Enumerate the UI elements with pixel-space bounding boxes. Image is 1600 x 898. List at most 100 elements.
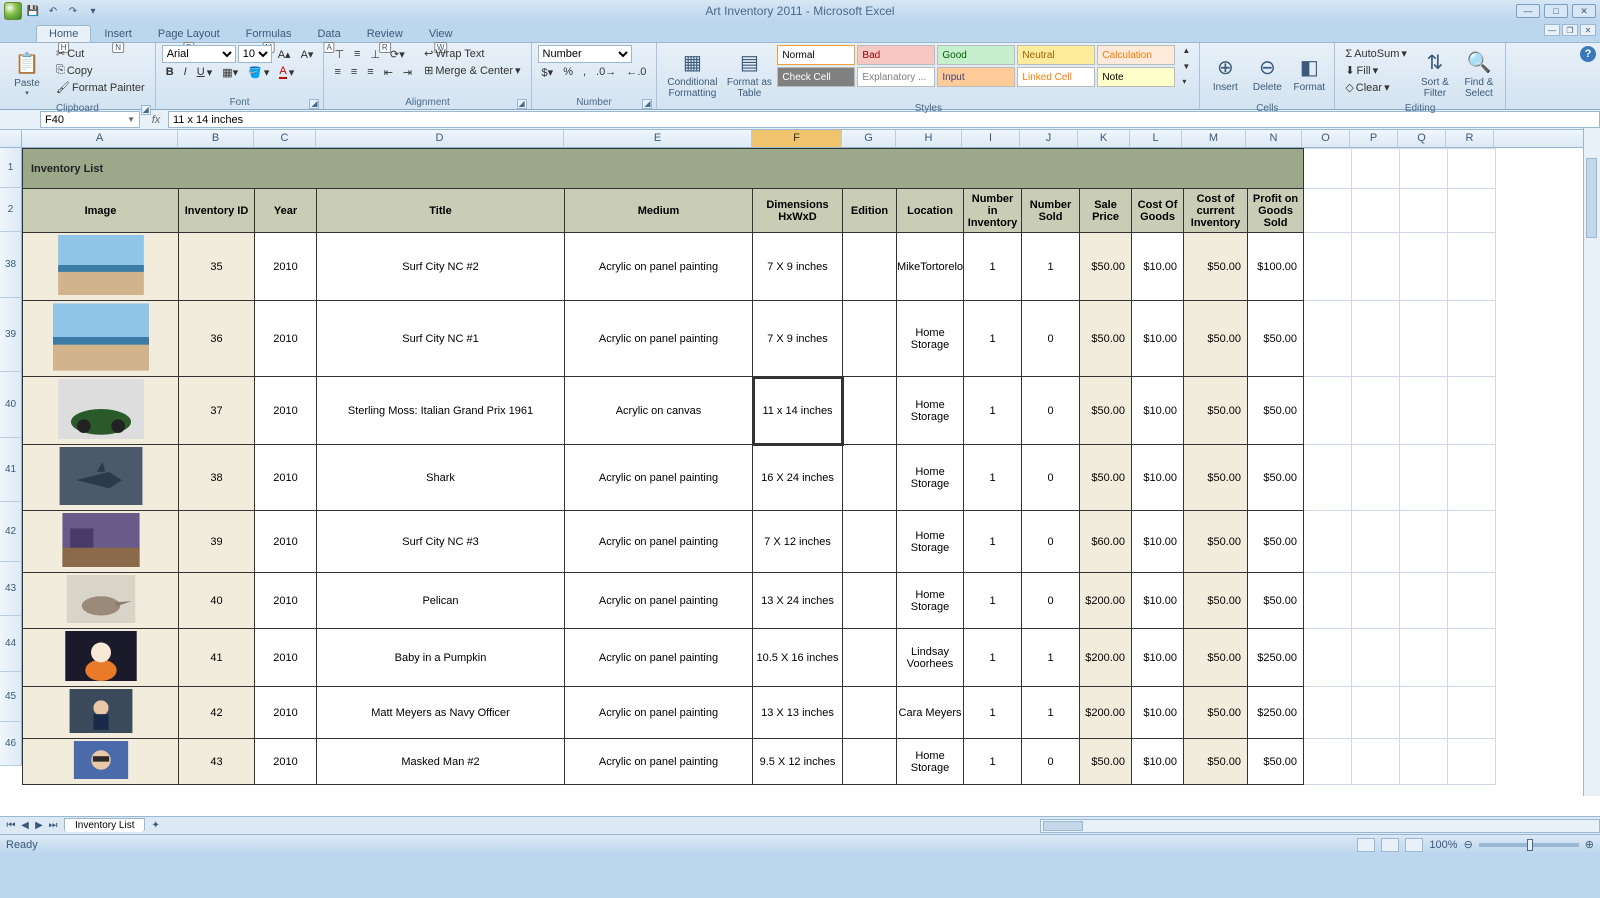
new-sheet-icon[interactable]: ✦ bbox=[145, 820, 165, 831]
row-header-2[interactable]: 2 bbox=[0, 188, 22, 232]
tab-view[interactable]: ViewW bbox=[416, 25, 466, 42]
find-select-button[interactable]: 🔍Find & Select bbox=[1459, 45, 1499, 103]
row-header-1[interactable]: 1 bbox=[0, 148, 22, 188]
zoom-in-button[interactable]: ⊕ bbox=[1585, 838, 1594, 851]
col-header-J[interactable]: J bbox=[1020, 130, 1078, 147]
col-header-O[interactable]: O bbox=[1302, 130, 1350, 147]
align-top-icon[interactable]: ⊤ bbox=[330, 46, 348, 63]
row-header-39[interactable]: 39 bbox=[0, 298, 22, 372]
col-header-R[interactable]: R bbox=[1446, 130, 1494, 147]
sheet-content[interactable]: Inventory ListImageInventory IDYearTitle… bbox=[22, 148, 1496, 785]
format-painter-button[interactable]: 🖌Format Painter bbox=[52, 79, 149, 96]
tab-data[interactable]: DataA bbox=[304, 25, 353, 42]
col-header-D[interactable]: D bbox=[316, 130, 564, 147]
prev-sheet-icon[interactable]: ◀ bbox=[18, 820, 32, 831]
align-center-icon[interactable]: ≡ bbox=[347, 64, 361, 80]
row-headers[interactable]: 12383940414243444546 bbox=[0, 148, 22, 766]
wrap-text-button[interactable]: ↩Wrap Text bbox=[420, 45, 524, 62]
border-button[interactable]: ▦▾ bbox=[218, 64, 242, 81]
italic-button[interactable]: I bbox=[180, 64, 191, 80]
wb-close-button[interactable]: ✕ bbox=[1580, 24, 1596, 36]
zoom-slider[interactable] bbox=[1479, 843, 1579, 847]
style-normal[interactable]: Normal bbox=[777, 45, 855, 65]
close-button[interactable]: ✕ bbox=[1572, 4, 1596, 18]
style-check-cell[interactable]: Check Cell bbox=[777, 67, 855, 87]
last-sheet-icon[interactable]: ⏭ bbox=[46, 820, 60, 831]
gallery-down-icon[interactable]: ▼ bbox=[1179, 61, 1193, 72]
decrease-font-icon[interactable]: A▾ bbox=[297, 46, 318, 63]
row-header-46[interactable]: 46 bbox=[0, 722, 22, 766]
fx-icon[interactable]: fx bbox=[144, 114, 168, 126]
tab-home[interactable]: HomeH bbox=[36, 25, 91, 42]
maximize-button[interactable]: □ bbox=[1544, 4, 1568, 18]
vertical-scrollbar[interactable] bbox=[1583, 128, 1600, 796]
horizontal-scrollbar[interactable] bbox=[1040, 819, 1600, 833]
row-header-45[interactable]: 45 bbox=[0, 672, 22, 722]
style-good[interactable]: Good bbox=[937, 45, 1015, 65]
clipboard-dialog-launcher[interactable]: ◢ bbox=[141, 105, 151, 115]
col-header-B[interactable]: B bbox=[178, 130, 254, 147]
alignment-dialog-launcher[interactable]: ◢ bbox=[517, 99, 527, 109]
style-linked-cell[interactable]: Linked Cell bbox=[1017, 67, 1095, 87]
tab-formulas[interactable]: FormulasM bbox=[233, 25, 305, 42]
increase-indent-icon[interactable]: ⇥ bbox=[399, 64, 416, 81]
font-dialog-launcher[interactable]: ◢ bbox=[309, 99, 319, 109]
col-header-I[interactable]: I bbox=[962, 130, 1020, 147]
tab-review[interactable]: ReviewR bbox=[354, 25, 416, 42]
cut-button[interactable]: ✂Cut bbox=[52, 45, 149, 62]
zoom-out-button[interactable]: ⊖ bbox=[1464, 838, 1473, 851]
align-bottom-icon[interactable]: ⊥ bbox=[366, 46, 384, 63]
style-input[interactable]: Input bbox=[937, 67, 1015, 87]
normal-view-icon[interactable] bbox=[1357, 838, 1375, 852]
style-calculation[interactable]: Calculation bbox=[1097, 45, 1175, 65]
row-header-38[interactable]: 38 bbox=[0, 232, 22, 298]
col-header-E[interactable]: E bbox=[564, 130, 752, 147]
fill-button[interactable]: ⬇Fill▾ bbox=[1341, 62, 1411, 79]
copy-button[interactable]: ⎘Copy bbox=[52, 62, 149, 79]
style-note[interactable]: Note bbox=[1097, 67, 1175, 87]
first-sheet-icon[interactable]: ⏮ bbox=[4, 820, 18, 831]
chevron-down-icon[interactable]: ▼ bbox=[127, 115, 135, 124]
save-icon[interactable]: 💾 bbox=[24, 2, 42, 20]
row-header-42[interactable]: 42 bbox=[0, 502, 22, 562]
col-header-L[interactable]: L bbox=[1130, 130, 1182, 147]
gallery-more-icon[interactable]: ▾ bbox=[1179, 76, 1193, 87]
col-header-G[interactable]: G bbox=[842, 130, 896, 147]
underline-button[interactable]: U▾ bbox=[193, 64, 216, 81]
minimize-button[interactable]: — bbox=[1516, 4, 1540, 18]
font-color-button[interactable]: A▾ bbox=[275, 63, 298, 81]
align-right-icon[interactable]: ≡ bbox=[363, 64, 377, 80]
clear-button[interactable]: ◇Clear▾ bbox=[1341, 79, 1411, 96]
page-layout-view-icon[interactable] bbox=[1381, 838, 1399, 852]
delete-cells-button[interactable]: ⊖Delete bbox=[1248, 45, 1286, 103]
col-header-H[interactable]: H bbox=[896, 130, 962, 147]
page-break-view-icon[interactable] bbox=[1405, 838, 1423, 852]
select-all-cell[interactable] bbox=[0, 130, 22, 147]
conditional-formatting-button[interactable]: ▦Conditional Formatting bbox=[663, 45, 721, 103]
gallery-up-icon[interactable]: ▲ bbox=[1179, 45, 1193, 56]
comma-icon[interactable]: , bbox=[579, 64, 590, 80]
font-size-select[interactable]: 10 bbox=[238, 45, 272, 63]
align-left-icon[interactable]: ≡ bbox=[330, 64, 344, 80]
percent-icon[interactable]: % bbox=[559, 64, 577, 80]
orientation-icon[interactable]: ⟳▾ bbox=[386, 46, 409, 63]
font-name-select[interactable]: Arial bbox=[162, 45, 236, 63]
row-header-40[interactable]: 40 bbox=[0, 372, 22, 438]
wb-minimize-button[interactable]: — bbox=[1544, 24, 1560, 36]
scroll-thumb[interactable] bbox=[1586, 158, 1597, 238]
decrease-indent-icon[interactable]: ⇤ bbox=[380, 64, 397, 81]
zoom-level[interactable]: 100% bbox=[1429, 839, 1457, 851]
insert-cells-button[interactable]: ⊕Insert bbox=[1206, 45, 1244, 103]
number-dialog-launcher[interactable]: ◢ bbox=[642, 99, 652, 109]
align-middle-icon[interactable]: ≡ bbox=[350, 46, 364, 62]
format-as-table-button[interactable]: ▤Format as Table bbox=[725, 45, 773, 103]
style-neutral[interactable]: Neutral bbox=[1017, 45, 1095, 65]
qat-dropdown-icon[interactable]: ▾ bbox=[84, 2, 102, 20]
format-cells-button[interactable]: ◧Format bbox=[1290, 45, 1328, 103]
col-header-N[interactable]: N bbox=[1246, 130, 1302, 147]
worksheet-grid[interactable]: 12383940414243444546 Inventory ListImage… bbox=[0, 148, 1600, 816]
wb-restore-button[interactable]: ❐ bbox=[1562, 24, 1578, 36]
number-format-select[interactable]: Number bbox=[538, 45, 632, 63]
decrease-decimal-icon[interactable]: ←.0 bbox=[622, 64, 650, 80]
col-header-M[interactable]: M bbox=[1182, 130, 1246, 147]
